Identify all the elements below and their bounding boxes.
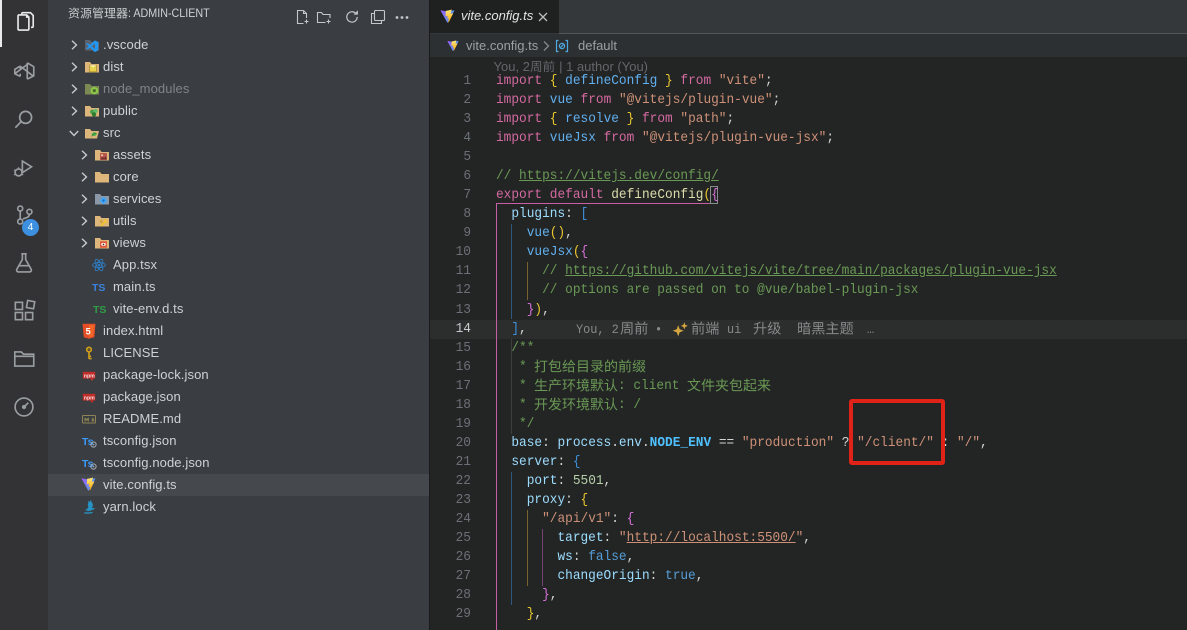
svg-text:npm: npm — [84, 395, 95, 401]
svg-text:npm: npm — [84, 373, 95, 379]
svg-text:TS: TS — [93, 304, 106, 316]
svg-text:TS: TS — [92, 282, 105, 294]
svg-text:5: 5 — [86, 327, 91, 337]
